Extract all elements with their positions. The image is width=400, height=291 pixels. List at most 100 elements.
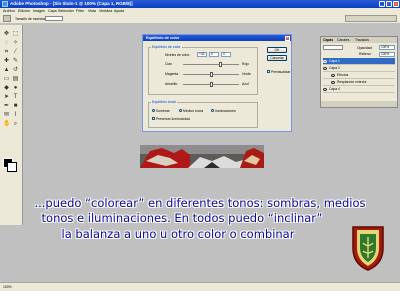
cancel-button[interactable]: Cancelar — [267, 55, 287, 61]
eraser-tool-icon[interactable]: ▭ — [3, 76, 10, 83]
visibility-eye-icon[interactable] — [323, 59, 327, 63]
layer-name: Capa 2 — [329, 66, 340, 70]
notes-tool-icon[interactable]: ✉ — [3, 112, 10, 119]
color-balance-dialog: Equilibrio de color × Equilibrio de colo… — [142, 34, 292, 132]
minimize-icon[interactable]: _ — [379, 1, 385, 7]
tab-paths[interactable]: Trazados — [355, 38, 369, 42]
healing-brush-tool-icon[interactable]: ✚ — [3, 58, 10, 65]
menu-archivo[interactable]: Archivo — [3, 9, 15, 13]
palette-well[interactable] — [345, 15, 397, 22]
menu-capa[interactable]: Capa — [48, 9, 57, 13]
photoshop-app-icon — [2, 1, 8, 7]
eyedropper-icon[interactable]: ⌇ — [12, 112, 19, 119]
shield-logo-icon — [352, 226, 384, 271]
color-balance-group-title: Equilibrio de color — [151, 44, 182, 49]
radio-shadows[interactable] — [152, 109, 155, 112]
slider-magenta-label: Magenta — [165, 72, 179, 76]
layer-row-capa-4[interactable]: Capa 4 — [323, 86, 395, 93]
sample-size-select[interactable] — [45, 16, 63, 21]
dialog-title: Equilibrio de color — [143, 35, 291, 41]
blend-mode-select[interactable] — [323, 45, 343, 50]
brush-tool-icon[interactable]: ✎ — [12, 58, 19, 65]
maximize-icon[interactable]: □ — [386, 1, 392, 7]
menu-imagen[interactable]: Imagen — [33, 9, 45, 13]
tab-channels[interactable]: Canales — [337, 38, 349, 42]
slice-tool-icon[interactable]: ⁄ — [12, 49, 19, 56]
opacity-input[interactable]: 100% — [379, 45, 395, 50]
marquee-tool-icon[interactable]: ⬚ — [12, 31, 19, 38]
caption-line-1: ...puedo “colorear” en diferentes tonos:… — [34, 196, 366, 210]
color-levels-label: Niveles de color: — [165, 53, 191, 57]
level-yellow-blue-input[interactable]: 0 — [221, 52, 231, 57]
layer-row-effects[interactable]: Efectos — [323, 72, 395, 79]
shape-tool-icon[interactable]: ■ — [12, 103, 19, 110]
dialog-close-icon[interactable]: × — [285, 35, 290, 41]
close-icon[interactable]: × — [393, 1, 399, 7]
layer-row-capa-2[interactable]: Capa 2 — [323, 65, 395, 72]
slider-green-label: Verde — [242, 72, 251, 76]
menu-vista[interactable]: Vista — [88, 9, 96, 13]
visibility-eye-icon[interactable] — [331, 73, 335, 77]
fill-input[interactable]: 100% — [379, 51, 395, 57]
blur-tool-icon[interactable]: ◆ — [3, 85, 10, 92]
radio-midtones[interactable] — [179, 109, 182, 112]
radio-highlights[interactable] — [211, 109, 214, 112]
toolbox: ✥ ⬚ ◌ ✧ ⌗ ⁄ ✚ ✎ ▲ ↺ ▭ ▤ ◆ ● ➤ T ✒ ■ ✉ ⌇ … — [0, 25, 23, 225]
cyan-red-slider-thumb[interactable] — [219, 61, 222, 67]
layer-name: Capa 4 — [329, 87, 340, 91]
layers-panel: Capas Canales Trazados Opacidad: 100% Re… — [320, 36, 398, 108]
pen-tool-icon[interactable]: ✒ — [3, 103, 10, 110]
move-tool-icon[interactable]: ✥ — [3, 31, 10, 38]
visibility-eye-icon[interactable] — [323, 87, 327, 91]
menu-ayuda[interactable]: Ayuda — [114, 9, 124, 13]
tone-balance-group-title: Equilibrio tonal — [151, 99, 177, 104]
level-magenta-green-input[interactable]: 0 — [209, 52, 219, 57]
menu-edicion[interactable]: Edición — [18, 9, 30, 13]
layers-panel-footer — [321, 101, 397, 107]
gradient-tool-icon[interactable]: ▤ — [12, 76, 19, 83]
background-color-swatch[interactable] — [7, 162, 17, 172]
stamp-tool-icon[interactable]: ▲ — [3, 67, 10, 74]
preserve-luminosity-label: Preservar luminosidad — [156, 116, 190, 121]
lasso-tool-icon[interactable]: ◌ — [3, 40, 10, 47]
layer-name: Resplandor exterior — [337, 80, 367, 84]
menu-filtro[interactable]: Filtro — [76, 9, 84, 13]
radio-highlights-label: Iluminaciones — [215, 108, 236, 113]
visibility-eye-icon[interactable] — [331, 80, 335, 84]
canvas-image-thumbnail — [140, 145, 264, 168]
ok-button[interactable]: OK — [267, 47, 287, 53]
radio-midtones-label: Medios tonos — [183, 108, 204, 113]
slider-yellow-label: Amarillo — [165, 82, 178, 86]
window-titlebar: Adobe Photoshop - [Sin título-1 @ 100% (… — [0, 0, 400, 8]
fill-label: Relleno: — [359, 52, 372, 56]
preview-label: Previsualizar — [271, 69, 291, 74]
visibility-eye-icon[interactable] — [323, 66, 327, 70]
caption-line-3: la balanza a uno u otro color o combinar — [61, 227, 295, 241]
history-brush-tool-icon[interactable]: ↺ — [12, 67, 19, 74]
preserve-luminosity-checkbox[interactable]: ✓ — [152, 117, 156, 121]
yellow-blue-slider-thumb[interactable] — [209, 81, 213, 87]
layer-row-outer-glow[interactable]: Resplandor exterior — [323, 79, 395, 86]
menu-ventana[interactable]: Ventana — [99, 9, 112, 13]
layer-row-capa-1[interactable]: Capa 1 — [323, 58, 395, 65]
layers-panel-tabs: Capas Canales Trazados — [321, 37, 397, 43]
zoom-tool-icon[interactable]: ⌕ — [12, 121, 19, 128]
caption-line-2: tonos e iluminaciones. En todos puedo “i… — [41, 211, 323, 225]
preview-checkbox[interactable]: ✓ — [267, 70, 271, 74]
eyedropper-tool-icon[interactable] — [3, 15, 11, 22]
opacity-label: Opacidad: — [357, 45, 373, 50]
crop-tool-icon[interactable]: ⌗ — [3, 49, 10, 56]
menu-seleccion[interactable]: Selección — [58, 9, 74, 13]
magic-wand-tool-icon[interactable]: ✧ — [12, 40, 19, 47]
sample-size-label: Tamaño de muestra: — [15, 16, 46, 21]
path-selection-tool-icon[interactable]: ➤ — [3, 94, 10, 101]
level-cyan-red-input[interactable]: +43 — [197, 52, 207, 57]
cyan-red-slider[interactable] — [183, 64, 239, 65]
tab-layers[interactable]: Capas — [323, 38, 333, 42]
type-tool-icon[interactable]: T — [12, 94, 19, 101]
magenta-green-slider-thumb[interactable] — [209, 71, 213, 77]
hand-tool-icon[interactable]: ✋ — [3, 121, 10, 128]
tone-balance-group — [148, 102, 258, 128]
slider-blue-label: Azul — [242, 82, 249, 86]
dodge-tool-icon[interactable]: ● — [12, 85, 19, 92]
